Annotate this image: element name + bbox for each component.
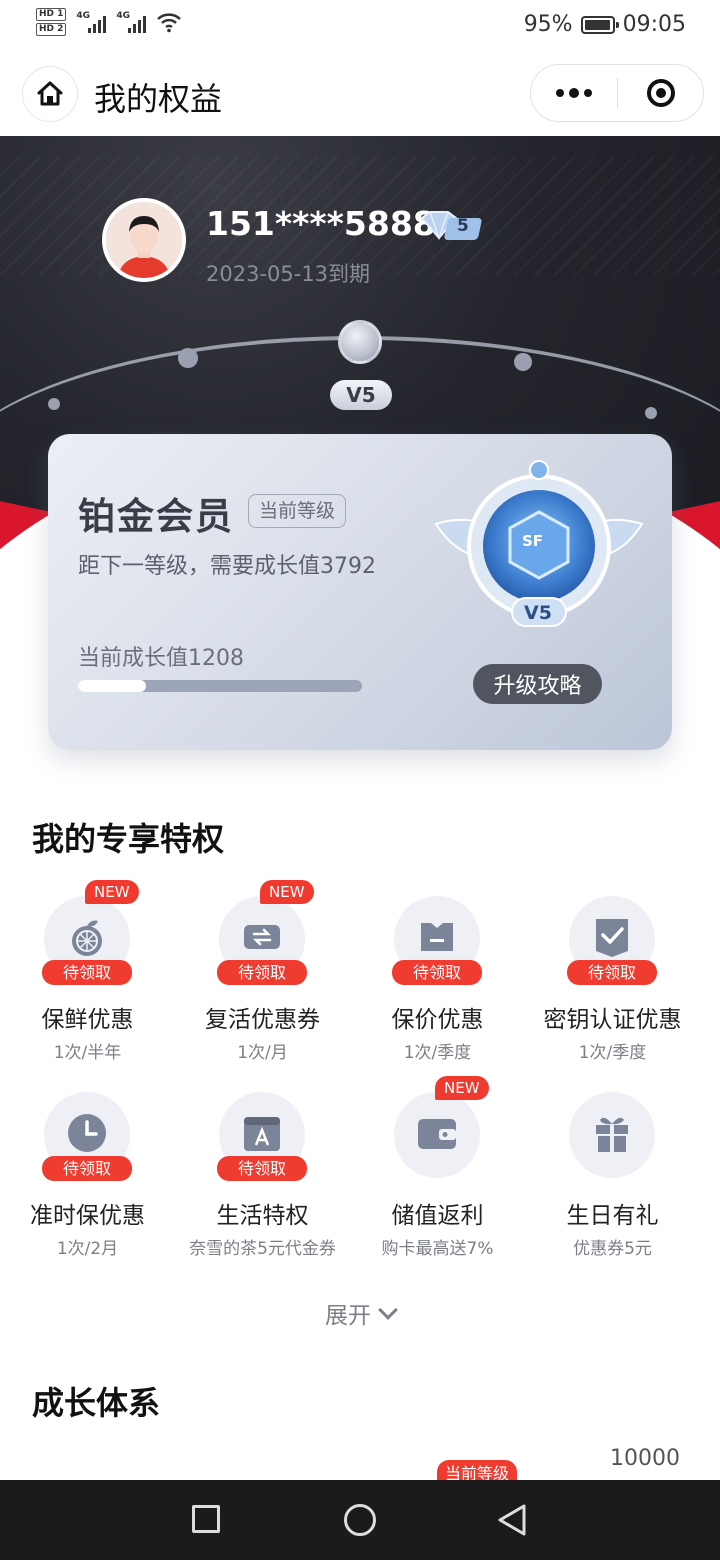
next-level-requirement: 距下一等级，需要成长值3792 bbox=[78, 554, 376, 579]
new-badge: NEW bbox=[260, 880, 314, 904]
wallet-icon bbox=[415, 1111, 459, 1159]
network-type-1: 4G bbox=[76, 11, 91, 21]
upgrade-guide-button[interactable]: 升级攻略 bbox=[473, 664, 602, 704]
privileges-title: 我的专享特权 bbox=[32, 820, 225, 858]
privilege-item[interactable]: 待领取密钥认证优惠 1次/季度 bbox=[525, 896, 700, 1076]
diamond-level-number: 5 bbox=[457, 216, 469, 236]
privilege-name: 密钥认证优惠 bbox=[543, 1007, 682, 1033]
status-bar: HD 1 HD 2 4G 4G 95% 09:05 bbox=[0, 0, 720, 54]
diamond-icon bbox=[420, 211, 482, 241]
current-growth-value: 当前成长值1208 bbox=[78, 646, 244, 671]
privilege-name: 生日有礼 bbox=[566, 1203, 659, 1229]
back-triangle-icon[interactable] bbox=[496, 1503, 528, 1537]
orange-icon bbox=[65, 915, 109, 963]
coupon-refresh-icon bbox=[240, 915, 284, 963]
privilege-item[interactable]: NEW 待领取保鲜优惠 1次/半年 bbox=[0, 880, 175, 1076]
level-card: 铂金会员 当前等级 距下一等级，需要成长值3792 当前成长值1208 SF V… bbox=[48, 434, 672, 750]
home-button[interactable] bbox=[22, 66, 78, 122]
privilege-frequency: 优惠券5元 bbox=[573, 1239, 652, 1259]
level-medal: SF V5 bbox=[426, 458, 652, 642]
home-icon bbox=[37, 81, 63, 106]
signal-icon: 4G bbox=[76, 11, 107, 33]
growth-system-title: 成长体系 bbox=[32, 1384, 161, 1422]
privilege-icon-wrap bbox=[394, 1092, 480, 1178]
network-type-2: 4G bbox=[116, 11, 131, 21]
privilege-name: 保价优惠 bbox=[391, 1007, 484, 1033]
privilege-frequency: 1次/季度 bbox=[578, 1043, 647, 1063]
avatar-image bbox=[106, 202, 182, 278]
price-protect-icon bbox=[415, 915, 459, 963]
privilege-frequency: 购卡最高送7% bbox=[381, 1239, 494, 1259]
privilege-name: 准时保优惠 bbox=[30, 1203, 145, 1229]
gift-icon bbox=[590, 1111, 634, 1159]
privilege-name: 生活特权 bbox=[216, 1203, 309, 1229]
privilege-name: 复活优惠券 bbox=[205, 1007, 320, 1033]
privilege-item[interactable]: NEW 待领取复活优惠券 1次/月 bbox=[175, 880, 350, 1076]
avatar[interactable] bbox=[102, 198, 186, 282]
growth-progress-bar bbox=[78, 680, 362, 692]
privilege-item[interactable]: NEW 储值返利购卡最高送7% bbox=[350, 1076, 525, 1272]
new-badge: NEW bbox=[435, 1076, 489, 1100]
clock-icon bbox=[65, 1111, 109, 1159]
more-button[interactable] bbox=[531, 65, 617, 121]
privilege-name: 保鲜优惠 bbox=[41, 1007, 134, 1033]
clock: 09:05 bbox=[622, 12, 686, 37]
medal-brand: SF bbox=[522, 532, 544, 550]
privilege-frequency: 1次/2月 bbox=[56, 1239, 119, 1259]
member-phone: 151****5888 bbox=[206, 204, 436, 243]
level-track-knob bbox=[338, 320, 382, 364]
pending-claim-badge: 待领取 bbox=[217, 960, 307, 985]
battery-percent: 95% bbox=[523, 12, 573, 37]
privilege-frequency: 1次/月 bbox=[237, 1043, 288, 1063]
pending-claim-badge: 待领取 bbox=[42, 1156, 132, 1181]
privilege-icon-wrap bbox=[569, 1092, 655, 1178]
current-level-pill: V5 bbox=[330, 380, 392, 410]
diamond-level-badge: 5 bbox=[420, 210, 486, 242]
new-badge: NEW bbox=[85, 880, 139, 904]
privilege-name: 储值返利 bbox=[391, 1203, 484, 1229]
privilege-item[interactable]: 待领取保价优惠 1次/季度 bbox=[350, 896, 525, 1076]
privilege-item[interactable]: 生日有礼优惠券5元 bbox=[525, 1092, 700, 1272]
growth-max-value: 10000 bbox=[610, 1446, 680, 1471]
chevron-down-icon bbox=[378, 1300, 398, 1320]
status-left: HD 1 HD 2 4G 4G bbox=[36, 8, 182, 36]
privilege-frequency: 1次/季度 bbox=[403, 1043, 472, 1063]
target-icon bbox=[646, 79, 675, 107]
privilege-frequency: 1次/半年 bbox=[53, 1043, 122, 1063]
hd2-label: HD 2 bbox=[36, 23, 67, 36]
nav-bar: 我的权益 bbox=[0, 54, 720, 136]
signal-icon-2: 4G bbox=[116, 11, 147, 33]
status-right: 95% 09:05 bbox=[524, 12, 686, 37]
pending-claim-badge: 待领取 bbox=[567, 960, 657, 985]
key-check-icon bbox=[590, 915, 634, 963]
privilege-item[interactable]: 待领取准时保优惠 1次/2月 bbox=[0, 1092, 175, 1272]
home-system-button[interactable] bbox=[344, 1504, 376, 1536]
medal-level: V5 bbox=[524, 602, 552, 624]
pending-claim-badge: 待领取 bbox=[42, 960, 132, 985]
wifi-icon bbox=[157, 13, 182, 33]
hd1-label: HD 1 bbox=[36, 8, 67, 21]
miniapp-capsule bbox=[530, 64, 704, 122]
growth-progress-fill bbox=[78, 680, 147, 692]
battery-icon bbox=[580, 15, 619, 34]
pending-claim-badge: 待领取 bbox=[217, 1156, 307, 1181]
close-miniapp-button[interactable] bbox=[618, 79, 703, 107]
privilege-frequency: 奈雪的茶5元代金券 bbox=[189, 1239, 336, 1259]
member-expire-date: 2023-05-13到期 bbox=[206, 262, 371, 286]
life-bag-icon bbox=[240, 1111, 284, 1159]
current-level-tag: 当前等级 bbox=[248, 494, 347, 528]
privilege-item[interactable]: 待领取生活特权奈雪的茶5元代金券 bbox=[175, 1092, 350, 1272]
expand-button[interactable]: 展开 bbox=[0, 1296, 720, 1330]
page-title: 我的权益 bbox=[94, 80, 223, 118]
level-name: 铂金会员 bbox=[78, 495, 234, 538]
pending-claim-badge: 待领取 bbox=[392, 960, 482, 985]
hd-indicator: HD 1 HD 2 bbox=[36, 8, 67, 36]
recent-apps-button[interactable] bbox=[192, 1505, 220, 1533]
expand-label: 展开 bbox=[325, 1303, 371, 1329]
